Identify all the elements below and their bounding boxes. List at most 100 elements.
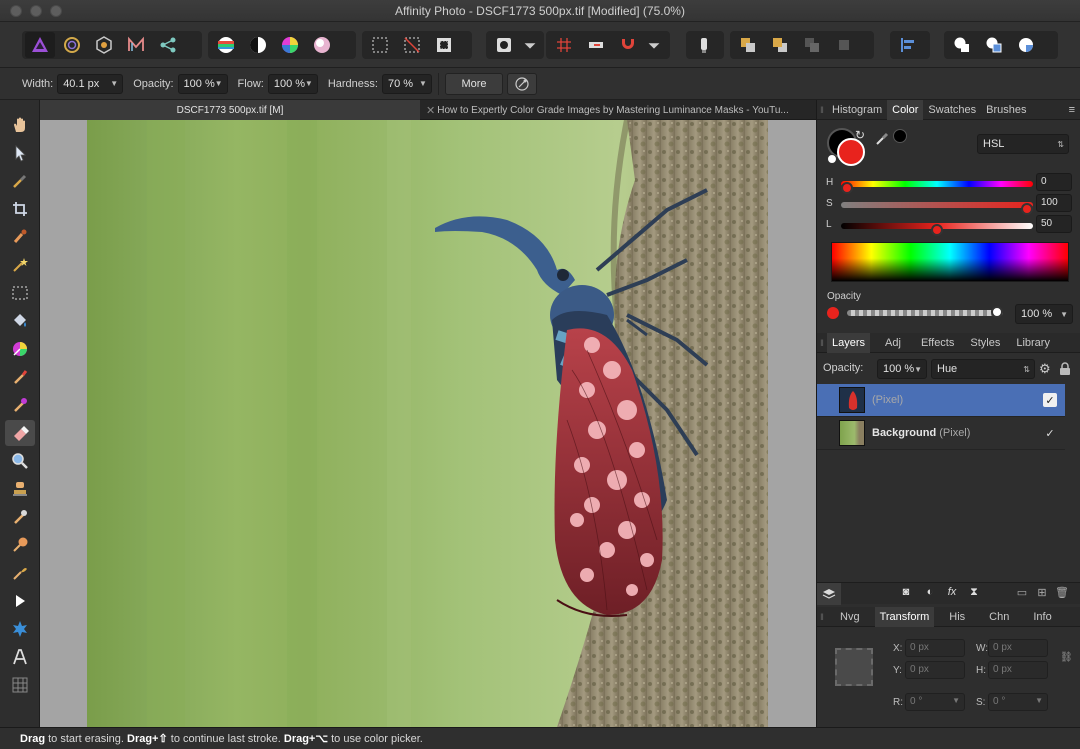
liquify-persona-icon[interactable] — [57, 32, 87, 58]
primary-color-well[interactable] — [837, 138, 865, 166]
tab-swatches[interactable]: Swatches — [923, 100, 981, 120]
dodge-brush-tool-icon[interactable] — [5, 532, 35, 558]
hue-knob[interactable] — [841, 182, 853, 194]
gear-icon[interactable]: ⚙ — [1039, 361, 1051, 377]
tab-styles[interactable]: Styles — [965, 333, 1005, 353]
saturation-slider[interactable] — [841, 202, 1033, 215]
move-to-back-icon[interactable] — [733, 32, 763, 58]
layer-row-pixel[interactable]: (Pixel) ✓ — [817, 384, 1065, 417]
move-back-one-icon[interactable] — [765, 32, 795, 58]
layer-opacity-field[interactable]: 100 % ▼ — [877, 359, 927, 379]
tab-channels[interactable]: Chn — [984, 607, 1014, 627]
clone-brush-tool-icon[interactable] — [5, 476, 35, 502]
flood-fill-tool-icon[interactable] — [5, 308, 35, 334]
move-tool-arrow-icon[interactable] — [5, 140, 35, 166]
chevron-down-icon[interactable] — [521, 32, 539, 58]
live-filter-icon[interactable]: ⧗ — [965, 586, 983, 602]
hsl-icon[interactable] — [275, 32, 305, 58]
shape-tool-icon[interactable] — [5, 616, 35, 642]
subtract-shapes-icon[interactable] — [979, 32, 1009, 58]
panel-grip-icon[interactable]: ‖ — [817, 607, 827, 627]
doc-tab-active[interactable]: DSCF1773 500px.tif [M] — [40, 100, 420, 120]
mask-layer-icon[interactable]: ◙ — [897, 586, 915, 602]
lightness-value[interactable]: 50 — [1036, 215, 1072, 233]
opacity-field[interactable]: 100 % ▼ — [177, 73, 228, 94]
paint-brush-tool-icon[interactable] — [5, 364, 35, 390]
white-balance-icon[interactable] — [243, 32, 273, 58]
rotation-field[interactable]: 0 ° ▼ — [905, 693, 965, 711]
picked-color-swatch[interactable] — [893, 129, 907, 143]
export-persona-icon[interactable] — [153, 32, 183, 58]
more-button[interactable]: More — [444, 72, 503, 95]
opacity-slider[interactable] — [847, 306, 1003, 318]
color-mode-select[interactable]: HSL ⇅ — [977, 134, 1069, 154]
align-left-icon[interactable] — [893, 32, 923, 58]
photo-canvas[interactable] — [87, 120, 768, 727]
no-color-icon[interactable] — [827, 154, 837, 164]
w-field[interactable]: 0 px — [988, 639, 1048, 657]
lightness-slider[interactable] — [841, 223, 1033, 236]
color-picker-tool-icon[interactable] — [5, 168, 35, 194]
chevron-down-icon[interactable] — [645, 32, 663, 58]
tab-library[interactable]: Library — [1011, 333, 1055, 353]
hue-value[interactable]: 0 — [1036, 173, 1072, 191]
snapping-magnet-icon[interactable] — [613, 32, 643, 58]
doc-tab-inactive[interactable]: ✕ How to Expertly Color Grade Images by … — [420, 100, 790, 120]
photo-persona-icon[interactable] — [25, 32, 55, 58]
tab-effects[interactable]: Effects — [916, 333, 959, 353]
stabilizer-button[interactable] — [506, 72, 537, 95]
blend-mode-select[interactable]: Hue ⇅ — [931, 359, 1035, 379]
align-icon[interactable] — [581, 32, 611, 58]
healing-brush-tool-icon[interactable] — [5, 504, 35, 530]
invert-selection-icon[interactable] — [429, 32, 459, 58]
shear-field[interactable]: 0 ° ▼ — [988, 693, 1048, 711]
move-to-front-icon[interactable] — [829, 32, 859, 58]
link-icon[interactable]: ⛓ — [1060, 652, 1073, 663]
panel-menu-icon[interactable]: ≡ — [1064, 100, 1080, 120]
text-tool-icon[interactable] — [5, 644, 35, 670]
tab-transform[interactable]: Transform — [874, 606, 935, 627]
tab-color[interactable]: Color — [887, 99, 924, 120]
tab-adj[interactable]: Adj — [880, 333, 906, 353]
hue-slider[interactable] — [841, 181, 1033, 194]
node-tool-icon[interactable] — [5, 588, 35, 614]
deselect-icon[interactable] — [397, 32, 427, 58]
erase-brush-tool-icon[interactable] — [5, 420, 35, 446]
layers-stack-icon[interactable] — [817, 582, 841, 605]
select-all-icon[interactable] — [365, 32, 395, 58]
lightness-knob[interactable] — [931, 224, 943, 236]
mixer-brush-tool-icon[interactable] — [5, 392, 35, 418]
flow-field[interactable]: 100 % ▼ — [267, 73, 318, 94]
opacity-value-field[interactable]: 100 % ▼ — [1015, 304, 1073, 324]
crop-tool-icon[interactable] — [5, 196, 35, 222]
h-field[interactable]: 0 px — [988, 661, 1048, 679]
x-field[interactable]: 0 px — [905, 639, 965, 657]
hardness-field[interactable]: 70 % ▼ — [381, 73, 432, 94]
anchor-selector-icon[interactable] — [835, 648, 873, 686]
marquee-tool-icon[interactable] — [5, 280, 35, 306]
intersect-shapes-icon[interactable] — [1011, 32, 1041, 58]
saturation-value[interactable]: 100 — [1036, 194, 1072, 212]
trash-icon[interactable]: 🗑 — [1053, 586, 1071, 602]
tab-info[interactable]: Info — [1028, 607, 1056, 627]
move-forward-one-icon[interactable] — [797, 32, 827, 58]
visibility-checkbox[interactable]: ✓ — [1043, 426, 1057, 440]
levels-icon[interactable] — [211, 32, 241, 58]
tab-navigator[interactable]: Nvg — [835, 607, 865, 627]
opacity-knob[interactable] — [991, 306, 1003, 318]
layer-row-background[interactable]: Background (Pixel) ✓ — [817, 417, 1065, 450]
saturation-knob[interactable] — [1021, 203, 1033, 215]
panel-grip-icon[interactable]: ‖ — [817, 100, 827, 120]
flood-select-tool-icon[interactable] — [5, 252, 35, 278]
folder-icon[interactable]: ▭ — [1013, 586, 1031, 602]
auto-color-icon[interactable] — [307, 32, 337, 58]
y-field[interactable]: 0 px — [905, 661, 965, 679]
develop-persona-icon[interactable] — [89, 32, 119, 58]
tab-layers[interactable]: Layers — [827, 332, 871, 353]
smudge-brush-tool-icon[interactable] — [5, 560, 35, 586]
tone-mapping-persona-icon[interactable] — [121, 32, 151, 58]
canvas-area[interactable] — [40, 120, 816, 727]
panel-grip-icon[interactable]: ‖ — [817, 333, 827, 353]
view-tool-hand-icon[interactable] — [5, 112, 35, 138]
adjustment-layer-icon[interactable]: ◐ — [921, 586, 939, 602]
